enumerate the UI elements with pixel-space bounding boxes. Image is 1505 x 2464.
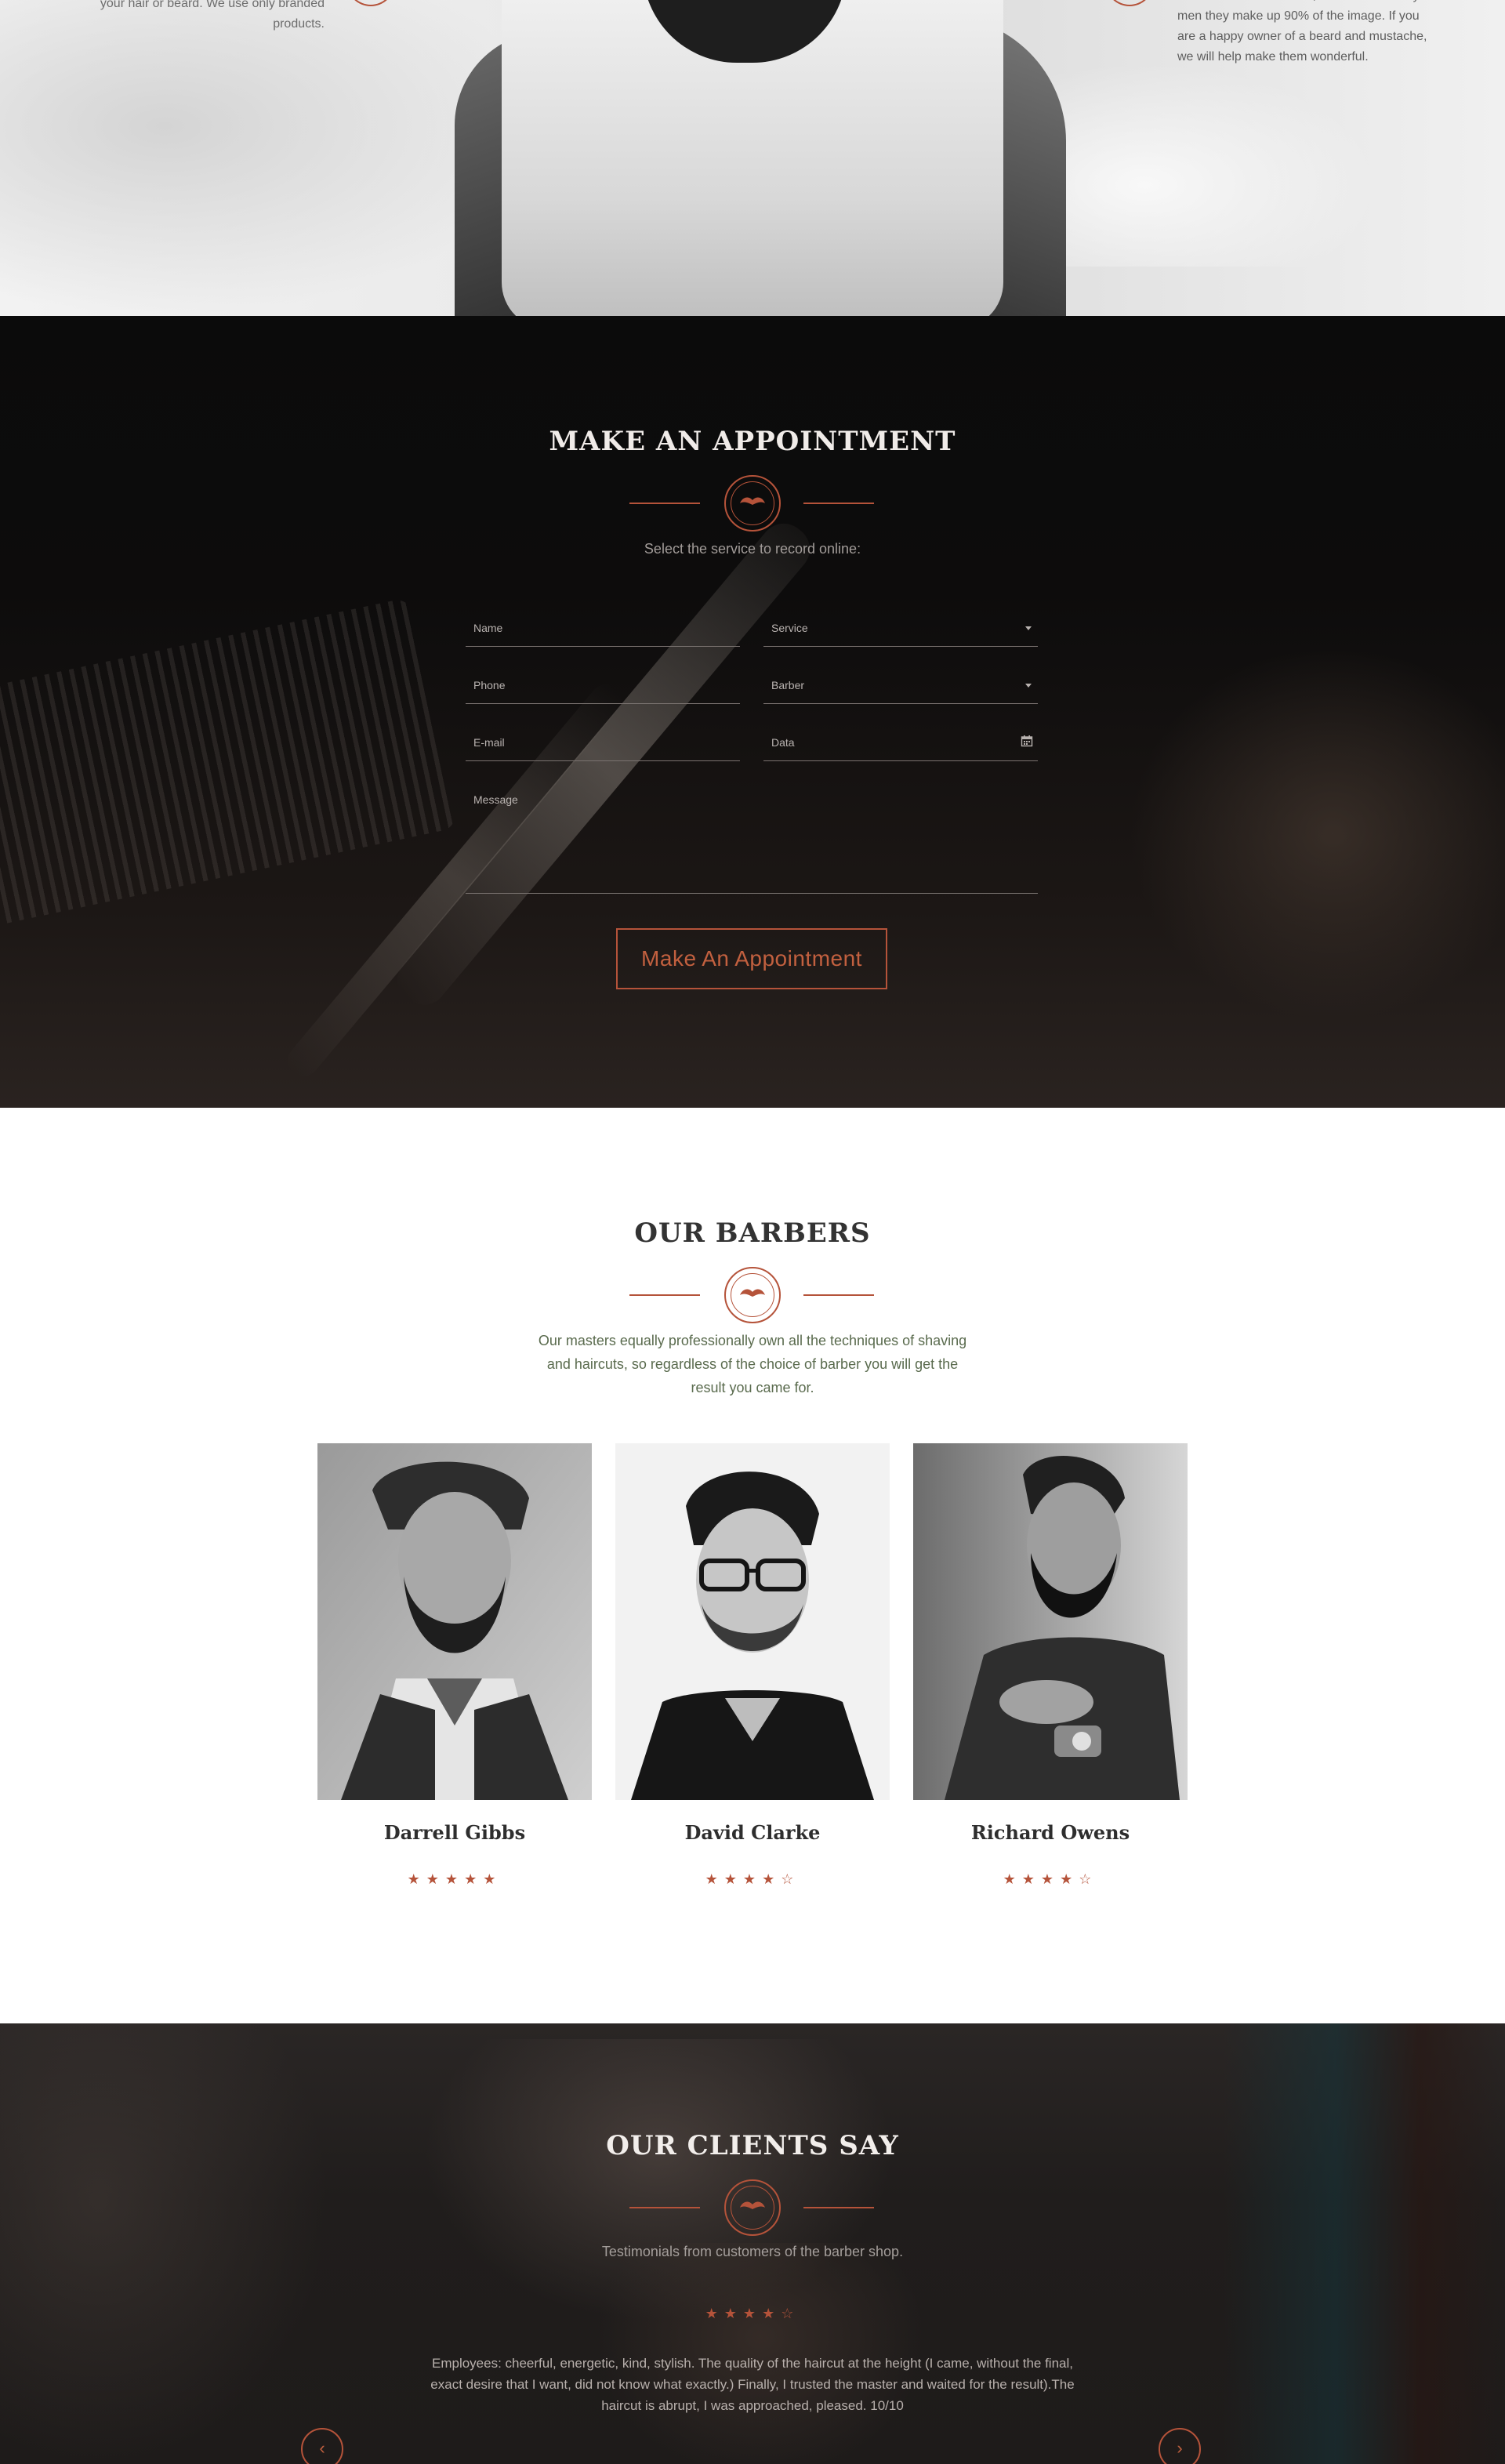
hero-section: your hair or beard. We use only branded …: [0, 0, 1505, 316]
divider-line: [629, 1294, 700, 1296]
barber-card[interactable]: Richard Owens ★★★★☆: [913, 1443, 1188, 1887]
service-select[interactable]: Service: [763, 622, 1038, 647]
barbers-title: OUR BARBERS: [634, 1217, 871, 1249]
divider-line: [803, 503, 874, 504]
name-field[interactable]: Name: [466, 622, 740, 647]
email-field-label: E-mail: [473, 736, 505, 749]
chevron-right-icon: ›: [1177, 2438, 1183, 2458]
date-field-label: Data: [771, 736, 795, 749]
testimonial-rating-stars: ★★★★☆: [705, 2306, 800, 2321]
divider-line: [629, 2207, 700, 2208]
divider-line: [629, 503, 700, 504]
appointment-title: MAKE AN APPOINTMENT: [549, 426, 956, 457]
phone-field[interactable]: Phone: [466, 679, 740, 704]
message-field-label: Message: [473, 793, 518, 806]
barber-card[interactable]: Darrell Gibbs ★★★★★: [317, 1443, 592, 1887]
rating-stars: ★★★★☆: [705, 1871, 800, 1887]
barbers-divider: [0, 1267, 1505, 1323]
divider-line: [803, 2207, 874, 2208]
service-select-label: Service: [771, 622, 808, 634]
make-appointment-button[interactable]: Make An Appointment: [616, 928, 887, 989]
message-field[interactable]: Message: [466, 793, 1038, 894]
next-testimonial-button[interactable]: ›: [1159, 2428, 1201, 2464]
divider-line: [803, 1294, 874, 1296]
chevron-left-icon: ‹: [319, 2438, 325, 2458]
barbers-section: OUR BARBERS Our masters equally professi…: [0, 1108, 1505, 2023]
barber-name: Richard Owens: [970, 1821, 1130, 1844]
rating-stars: ★★★★★: [407, 1871, 502, 1887]
shaving-brush-background: [1129, 645, 1505, 1022]
barber-emblem-icon: [724, 1267, 781, 1323]
feature-icon-right: [1105, 0, 1154, 6]
appointment-divider: [0, 475, 1505, 532]
chevron-down-icon: [1025, 684, 1032, 688]
barber-emblem-icon: [724, 2179, 781, 2236]
testimonials-divider: [0, 2179, 1505, 2236]
barber-name: David Clarke: [684, 1821, 821, 1844]
date-field[interactable]: Data: [763, 735, 1038, 761]
barber-photo: [317, 1443, 592, 1800]
barber-select[interactable]: Barber: [763, 679, 1038, 704]
appointment-subtitle: Select the service to record online:: [644, 541, 861, 557]
appointment-section: MAKE AN APPOINTMENT Select the service t…: [0, 316, 1505, 1108]
barber-card[interactable]: David Clarke ★★★★☆: [615, 1443, 890, 1887]
chevron-down-icon: [1025, 626, 1032, 630]
name-field-label: Name: [473, 622, 503, 634]
feature-text-left: your hair or beard. We use only branded …: [100, 0, 325, 31]
calendar-icon[interactable]: [1021, 735, 1033, 747]
phone-field-label: Phone: [473, 679, 506, 691]
barbers-subtitle: Our masters equally professionally own a…: [538, 1333, 967, 1395]
rating-stars: ★★★★☆: [1003, 1871, 1098, 1887]
barber-photo: [615, 1443, 890, 1800]
barber-name: Darrell Gibbs: [383, 1821, 526, 1844]
barber-select-label: Barber: [771, 679, 805, 691]
feature-text-right: the beard and mustache, because for many…: [1177, 0, 1427, 64]
barber-emblem-icon: [724, 475, 781, 532]
testimonials-subtitle: Testimonials from customers of the barbe…: [601, 2244, 904, 2259]
barber-photo: [913, 1443, 1188, 1800]
comb-background-image: [0, 597, 459, 929]
prev-testimonial-button[interactable]: ‹: [301, 2428, 343, 2464]
testimonial-text: Employees: cheerful, energetic, kind, st…: [430, 2356, 1075, 2413]
testimonials-title: OUR CLIENTS SAY: [606, 2130, 899, 2161]
testimonials-section: OUR CLIENTS SAY Testimonials from custom…: [0, 2023, 1505, 2464]
email-field[interactable]: E-mail: [466, 736, 740, 761]
